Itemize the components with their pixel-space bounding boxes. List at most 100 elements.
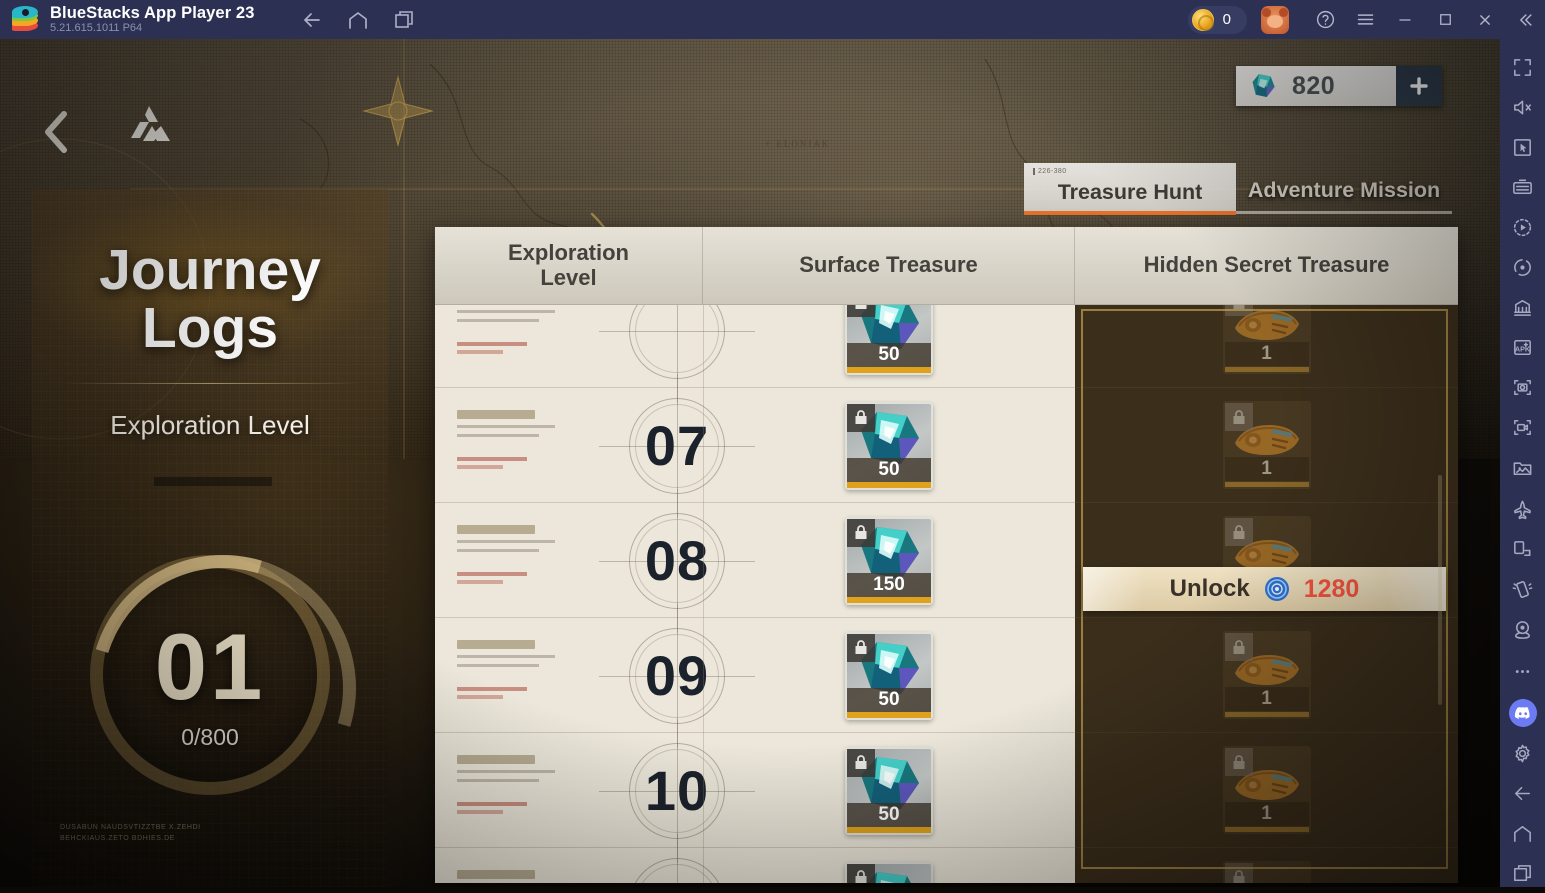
settings-gear-icon[interactable]: [1500, 733, 1545, 773]
surface-treasure-item[interactable]: 150: [845, 516, 933, 605]
unlock-button[interactable]: Unlock 1280: [1083, 567, 1446, 611]
app-title: BlueStacks App Player 23: [50, 3, 255, 22]
currency-display: 820: [1236, 66, 1396, 106]
sync-icon[interactable]: [1500, 247, 1545, 287]
record-video-icon[interactable]: [1500, 407, 1545, 447]
panel-footer-text: DUSABUN NAUDSVTIZZTBE X.ZEHDI BEHCKIAUS.…: [60, 823, 360, 844]
unlock-cost-value: 1280: [1303, 574, 1360, 603]
surface-treasure-item[interactable]: 50: [845, 861, 933, 883]
menu-icon[interactable]: [1345, 0, 1385, 39]
add-currency-button[interactable]: [1396, 66, 1442, 106]
app-title-block: BlueStacks App Player 23 5.21.615.1011 P…: [50, 3, 255, 35]
item-rarity-bar: [847, 711, 931, 718]
media-manager-icon[interactable]: [1500, 447, 1545, 487]
multi-instance-icon[interactable]: [1500, 287, 1545, 327]
recents-icon[interactable]: [392, 8, 416, 32]
item-rarity-bar: [847, 826, 931, 833]
table-row: 09 50: [435, 603, 1075, 748]
exploration-level-number: 08: [644, 529, 710, 592]
screenshot-icon[interactable]: [1500, 367, 1545, 407]
title-divider: [61, 383, 359, 385]
currency-bar[interactable]: 820: [1236, 66, 1442, 106]
journey-logs-panel: Journey Logs Exploration Level 01 0/800 …: [32, 189, 388, 887]
exploration-level-label: Exploration Level: [110, 410, 310, 441]
android-back-icon[interactable]: [1500, 773, 1545, 813]
help-icon[interactable]: [1305, 0, 1345, 39]
lock-icon: [847, 863, 875, 883]
level-progress-value: 0/800: [181, 724, 239, 750]
row-decorative-text: [457, 525, 569, 584]
mute-icon[interactable]: [1500, 87, 1545, 127]
user-avatar[interactable]: [1261, 5, 1289, 34]
back-icon[interactable]: [300, 8, 324, 32]
surface-treasure-item[interactable]: 50: [845, 401, 933, 490]
tab-bar: 226-380 Treasure Hunt Adventure Mission: [1024, 163, 1452, 215]
lock-icon: [847, 633, 875, 662]
shake-icon[interactable]: [1500, 569, 1545, 609]
currency-value: 820: [1292, 71, 1336, 100]
row-decorative-text: [457, 755, 569, 814]
tab-treasure-hunt-label: Treasure Hunt: [1057, 180, 1203, 204]
column-header-hidden-secret-treasure: Hidden Secret Treasure: [1143, 252, 1390, 278]
maximize-icon[interactable]: [1425, 0, 1465, 39]
app-version: 5.21.615.1011 P64: [50, 21, 143, 34]
tab-adventure-mission[interactable]: Adventure Mission: [1236, 163, 1452, 215]
row-decorative-text: [457, 640, 569, 699]
surface-treasure-quantity: 50: [847, 457, 931, 482]
item-rarity-bar: [847, 366, 931, 373]
item-rarity-bar: [847, 481, 931, 488]
discord-icon[interactable]: [1500, 693, 1545, 733]
table-row: 07 50: [435, 373, 1075, 518]
macro-play-icon[interactable]: [1500, 207, 1545, 247]
row-decorative-text: [457, 305, 569, 354]
tab-treasure-hunt[interactable]: 226-380 Treasure Hunt: [1024, 163, 1236, 215]
more-options-icon[interactable]: [1500, 651, 1545, 691]
location-icon[interactable]: [1500, 609, 1545, 649]
column-header-surface-treasure: Surface Treasure: [703, 227, 1075, 304]
column-header-exploration-level: Exploration Level: [435, 227, 703, 304]
page-title-line2: Logs: [141, 296, 279, 361]
coin-icon: [1191, 8, 1214, 31]
surface-treasure-item[interactable]: 50: [845, 631, 933, 720]
table-scrollbar[interactable]: [1438, 475, 1442, 705]
game-back-button[interactable]: [36, 106, 76, 163]
android-home-icon[interactable]: [1500, 813, 1545, 853]
lock-icon: [847, 518, 875, 547]
coin-balance-pill[interactable]: 0: [1187, 5, 1247, 34]
surface-treasure-cell: 50: [703, 848, 1075, 883]
lock-icon: [847, 305, 875, 317]
surface-treasure-cell: 50: [703, 618, 1075, 733]
titlebar-controls: 0: [1187, 0, 1545, 39]
keyboard-controls-icon[interactable]: [1500, 167, 1545, 207]
rotate-screen-icon[interactable]: [1500, 529, 1545, 569]
panel-footer-line1: DUSABUN NAUDSVTIZZTBE X.ZEHDI: [60, 824, 201, 831]
surface-treasure-cell: 50: [703, 388, 1075, 503]
unlock-button-label: Unlock: [1169, 575, 1250, 602]
android-recents-icon[interactable]: [1500, 853, 1545, 893]
exploration-level-number: 10: [644, 759, 710, 822]
home-icon[interactable]: [346, 8, 370, 32]
eco-mode-icon[interactable]: [1500, 489, 1545, 529]
surface-treasure-item[interactable]: 50: [845, 746, 933, 835]
table-rows: 50 07 50 08 150 09 50 10 50: [435, 305, 1075, 883]
exploration-level-number: 11: [646, 873, 707, 883]
pointer-icon[interactable]: [1500, 127, 1545, 167]
svg-text:APK: APK: [1515, 345, 1531, 353]
titlebar-nav: [300, 8, 416, 32]
game-logo-icon[interactable]: [124, 103, 174, 154]
minimize-icon[interactable]: [1385, 0, 1425, 39]
install-apk-icon[interactable]: APK: [1500, 327, 1545, 367]
surface-treasure-quantity: 50: [847, 342, 931, 367]
close-icon[interactable]: [1465, 0, 1505, 39]
exploration-level-number: 09: [644, 644, 710, 707]
bluestacks-logo-icon: [12, 5, 38, 33]
surface-treasure-item[interactable]: 50: [845, 305, 933, 375]
tab-micro-label: 226-380: [1033, 168, 1067, 175]
fullscreen-icon[interactable]: [1500, 47, 1545, 87]
tab-adventure-mission-label: Adventure Mission: [1247, 178, 1441, 202]
collapse-sidebar-icon[interactable]: [1505, 0, 1545, 39]
table-row: 11 50: [435, 833, 1075, 883]
treasure-table: Exploration Level Surface Treasure Hidde…: [435, 227, 1458, 883]
svg-text:+ ELONIAK: + ELONIAK: [765, 139, 830, 149]
bluestacks-titlebar: BlueStacks App Player 23 5.21.615.1011 P…: [0, 0, 1545, 39]
